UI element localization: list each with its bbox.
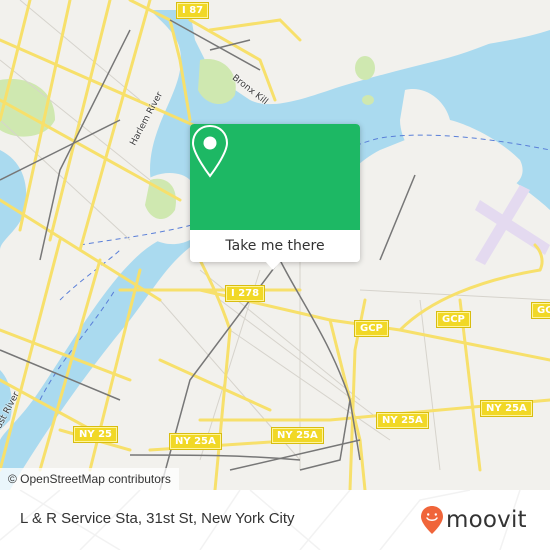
footer-bar: L & R Service Sta, 31st St, New York Cit… xyxy=(0,490,550,550)
road-shield-ny25a: NY 25A xyxy=(376,412,429,429)
map-attribution[interactable]: © OpenStreetMap contributors xyxy=(0,468,179,490)
road-shield-ny25a: NY 25A xyxy=(480,400,533,417)
location-popup: Take me there xyxy=(190,124,360,270)
road-shield-ny25: NY 25 xyxy=(72,426,119,443)
road-shield-i87: I 87 xyxy=(175,2,210,19)
road-shield-gcp: GCP xyxy=(436,311,471,328)
place-title: L & R Service Sta, 31st St, New York Cit… xyxy=(20,510,295,527)
popup-header xyxy=(190,124,360,230)
road-shield-gcp: GCP xyxy=(354,320,389,337)
map-pin-icon xyxy=(191,124,229,178)
brand-name: moovit xyxy=(446,507,527,533)
take-me-there-button[interactable]: Take me there xyxy=(190,230,360,262)
map-view[interactable]: I 87 I 278 GCP GCP GCP NY 25 NY 25A NY 2… xyxy=(0,0,550,490)
road-shield-gcp: GCP xyxy=(531,302,550,319)
moovit-pin-smile-icon xyxy=(421,506,443,534)
road-shield-ny25a: NY 25A xyxy=(169,433,222,450)
moovit-logo[interactable]: moovit xyxy=(420,505,527,535)
road-shield-ny25a: NY 25A xyxy=(271,427,324,444)
road-shield-i278: I 278 xyxy=(224,285,266,302)
popup-pointer xyxy=(265,261,281,270)
